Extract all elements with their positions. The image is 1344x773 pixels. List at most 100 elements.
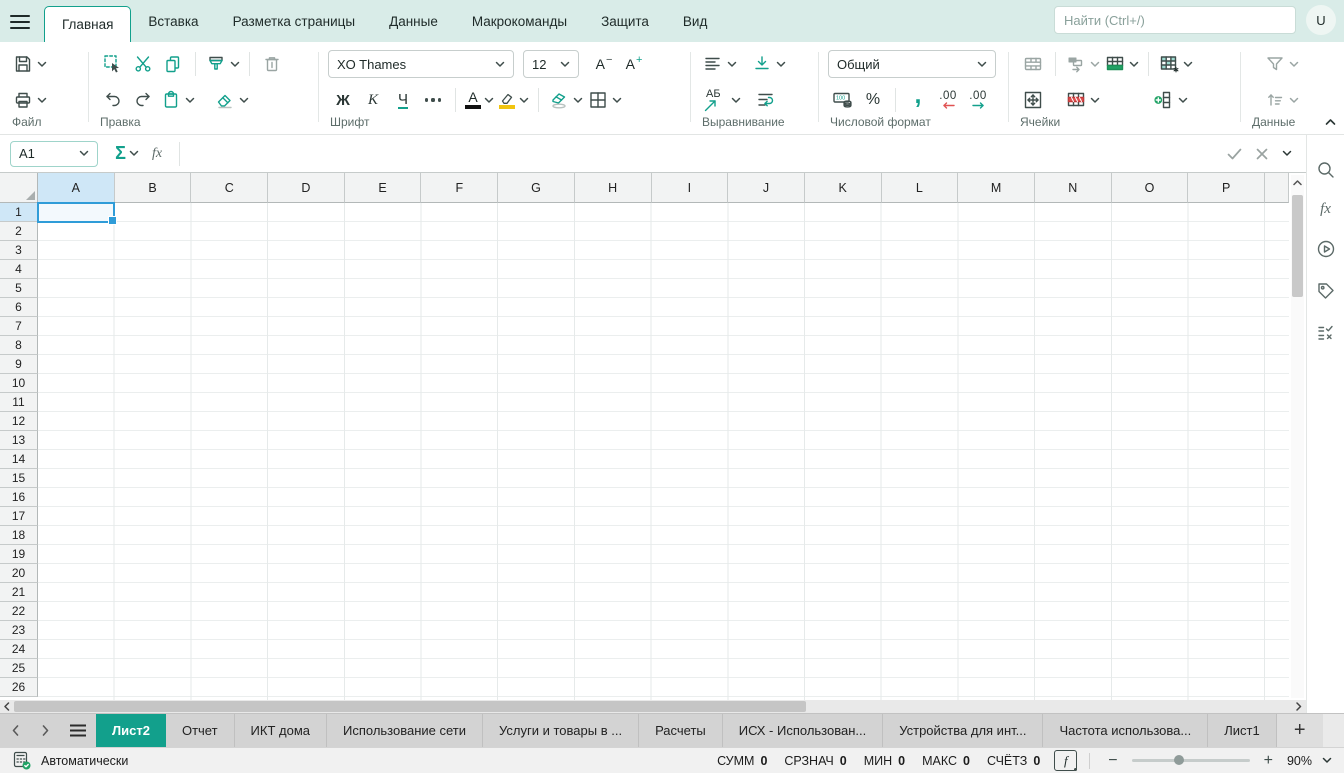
function-panel-icon[interactable]: fx xyxy=(1320,201,1331,218)
next-sheet-button[interactable] xyxy=(30,714,60,747)
zoom-menu-icon[interactable] xyxy=(1322,757,1332,764)
sheet-tab[interactable]: ИКТ дома xyxy=(234,714,327,747)
horizontal-scroll-thumb[interactable] xyxy=(14,701,806,712)
row-header[interactable]: 24 xyxy=(0,640,38,659)
zoom-out-button[interactable]: − xyxy=(1102,752,1123,770)
menu-tab[interactable]: Защита xyxy=(584,1,666,42)
menu-tab[interactable]: Разметка страницы xyxy=(216,1,372,42)
tag-icon[interactable] xyxy=(1315,280,1337,302)
row-header[interactable]: 9 xyxy=(0,355,38,374)
row-header[interactable]: 3 xyxy=(0,241,38,260)
row-header[interactable]: 4 xyxy=(0,260,38,279)
column-header[interactable]: G xyxy=(498,173,575,203)
save-button[interactable] xyxy=(10,49,49,79)
sheet-tab[interactable]: Лист2 xyxy=(96,714,166,747)
row-header[interactable]: 26 xyxy=(0,678,38,697)
menu-tab[interactable]: Вставка xyxy=(131,1,215,42)
row-header[interactable]: 20 xyxy=(0,564,38,583)
row-header[interactable]: 23 xyxy=(0,621,38,640)
font-family-select[interactable]: XO Thames xyxy=(328,50,514,78)
column-header[interactable] xyxy=(1265,173,1289,203)
add-sheet-button[interactable]: + xyxy=(1276,714,1323,747)
column-header[interactable]: K xyxy=(804,173,882,203)
cancel-entry-icon[interactable] xyxy=(1256,148,1268,160)
select-all-button[interactable] xyxy=(98,49,128,79)
cell-size-button[interactable] xyxy=(1018,85,1048,115)
filter-button[interactable] xyxy=(1262,49,1301,79)
row-header[interactable]: 18 xyxy=(0,526,38,545)
insert-function-button[interactable]: fx xyxy=(142,139,172,169)
wrap-text-button[interactable] xyxy=(751,85,781,115)
column-header[interactable]: F xyxy=(421,173,499,203)
confirm-entry-icon[interactable] xyxy=(1227,148,1242,160)
row-header[interactable]: 5 xyxy=(0,279,38,298)
number-format-select[interactable]: Общий xyxy=(828,50,996,78)
thousands-separator-button[interactable]: , xyxy=(903,83,933,115)
currency-format-button[interactable]: 100 xyxy=(828,85,858,115)
sheet-tab[interactable]: ИСХ - Использован... xyxy=(722,714,884,747)
increase-font-size-button[interactable]: A + xyxy=(619,49,649,79)
column-header[interactable]: H xyxy=(574,173,652,203)
column-header[interactable]: L xyxy=(881,173,959,203)
row-header[interactable]: 15 xyxy=(0,469,38,488)
row-header[interactable]: 19 xyxy=(0,545,38,564)
more-text-options-button[interactable] xyxy=(418,85,448,115)
undo-button[interactable] xyxy=(98,85,128,115)
increase-decimal-button[interactable]: .00 xyxy=(963,85,993,115)
sheet-tab[interactable]: Использование сети xyxy=(327,714,484,747)
row-header[interactable]: 22 xyxy=(0,602,38,621)
highlight-color-button[interactable] xyxy=(496,85,531,115)
row-header[interactable]: 12 xyxy=(0,412,38,431)
column-header[interactable]: N xyxy=(1034,173,1112,203)
column-header[interactable]: B xyxy=(114,173,192,203)
column-header[interactable]: E xyxy=(344,173,422,203)
row-header[interactable]: 14 xyxy=(0,450,38,469)
calculation-mode-button[interactable]: Автоматически xyxy=(12,751,128,771)
column-header[interactable]: C xyxy=(191,173,269,203)
move-cells-button[interactable] xyxy=(1063,49,1102,79)
cut-button[interactable] xyxy=(128,49,158,79)
sheet-tab[interactable]: Расчеты xyxy=(639,714,723,747)
menu-tab[interactable]: Макрокоманды xyxy=(455,1,584,42)
grid-canvas[interactable] xyxy=(37,202,1289,700)
sheet-tab[interactable]: Лист1 xyxy=(1208,714,1277,747)
row-header[interactable]: 6 xyxy=(0,298,38,317)
merge-cells-button[interactable] xyxy=(1018,49,1048,79)
font-size-select[interactable]: 12 xyxy=(523,50,579,78)
redo-button[interactable] xyxy=(128,85,158,115)
sheet-tab[interactable]: Частота использова... xyxy=(1043,714,1209,747)
bold-button[interactable]: Ж xyxy=(328,85,358,115)
menu-tab[interactable]: Главная xyxy=(44,6,132,42)
row-header[interactable]: 2 xyxy=(0,222,38,241)
fill-handle[interactable] xyxy=(108,216,117,225)
scroll-up-button[interactable] xyxy=(1291,175,1304,191)
zoom-slider-handle[interactable] xyxy=(1173,755,1184,765)
sheet-tab[interactable]: Услуги и товары в ... xyxy=(483,714,640,747)
text-rotation-button[interactable]: АБ xyxy=(700,85,743,115)
menu-tab[interactable]: Вид xyxy=(666,1,724,42)
column-header[interactable]: A xyxy=(38,173,115,203)
formula-input[interactable] xyxy=(187,142,1227,166)
previous-sheet-button[interactable] xyxy=(0,714,30,747)
menu-tab[interactable]: Данные xyxy=(372,1,455,42)
column-header[interactable]: D xyxy=(268,173,345,203)
row-header[interactable]: 21 xyxy=(0,583,38,602)
autosum-button[interactable]: Σ xyxy=(112,139,142,169)
insert-column-button[interactable] xyxy=(1151,85,1190,115)
column-header[interactable]: O xyxy=(1111,173,1189,203)
italic-button[interactable]: К xyxy=(358,85,388,115)
zoom-slider[interactable] xyxy=(1131,755,1250,765)
column-header[interactable]: I xyxy=(651,173,729,203)
vertical-align-button[interactable] xyxy=(749,49,788,79)
sort-button[interactable] xyxy=(1262,85,1301,115)
expand-formula-bar-icon[interactable] xyxy=(1282,150,1292,157)
underline-button[interactable]: Ч xyxy=(388,85,418,115)
row-header[interactable]: 25 xyxy=(0,659,38,678)
column-header[interactable]: J xyxy=(728,173,805,203)
format-painter-button[interactable] xyxy=(203,49,242,79)
avatar[interactable]: U xyxy=(1306,5,1336,35)
row-header[interactable]: 17 xyxy=(0,507,38,526)
borders-button[interactable] xyxy=(585,85,624,115)
cell-reference-box[interactable]: A1 xyxy=(10,140,98,167)
print-button[interactable] xyxy=(10,85,49,115)
